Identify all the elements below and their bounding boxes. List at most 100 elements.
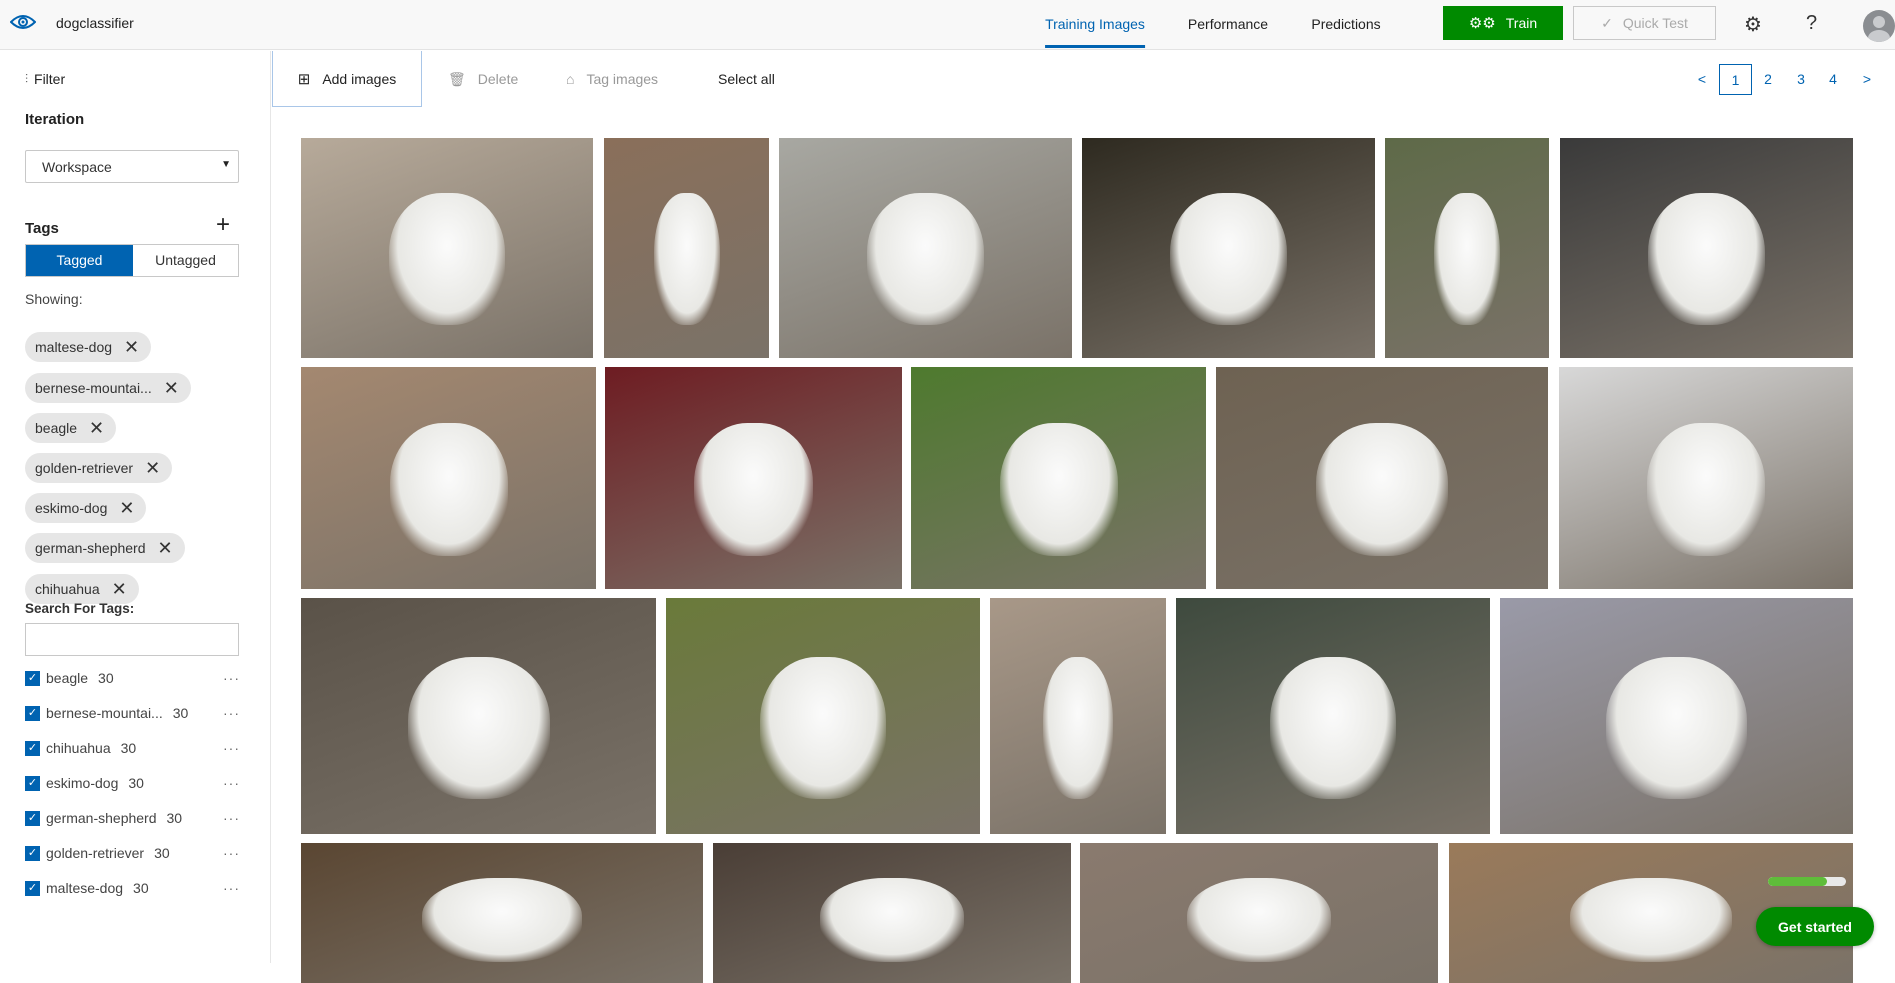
dog-image[interactable] [990,598,1166,834]
tag-images-button[interactable]: ⌂ Tag images [566,51,658,107]
dog-image[interactable] [1385,138,1549,358]
search-tags-label: Search For Tags: [25,601,135,616]
search-tags-input[interactable] [25,623,239,656]
help-icon[interactable]: ? [1806,12,1817,35]
tag-list-item: ✓ chihuahua 30 ··· [25,738,240,758]
quick-test-button[interactable]: ✓ Quick Test [1573,6,1716,40]
more-options-icon[interactable]: ··· [223,810,240,826]
tag-chip: eskimo-dog ✕ [25,493,147,523]
tag-name: maltese-dog [46,880,124,896]
iteration-heading: Iteration [25,111,85,128]
page-3-button[interactable]: 3 [1791,64,1811,95]
prev-page-button[interactable]: < [1692,64,1712,95]
train-button[interactable]: ⚙⚙ Train [1443,6,1563,40]
dog-image[interactable] [779,138,1072,358]
dog-image[interactable] [911,367,1206,589]
page-1-button[interactable]: 1 [1719,64,1752,95]
tag-chip: bernese-mountai... ✕ [25,373,191,403]
get-started-button[interactable]: Get started [1756,907,1874,946]
dog-image[interactable] [1500,598,1853,834]
remove-tag-close-icon[interactable]: ✕ [119,499,134,517]
dog-image[interactable] [1080,843,1438,983]
tag-checkbox[interactable]: ✓ [25,845,40,861]
tag-count: 30 [166,810,183,826]
sidebar: ⫶ Filter Iteration Workspace ▼ Tags + Ta… [0,51,271,963]
sliders-icon: ⫶ [25,71,29,86]
tag-chip-label: eskimo-dog [35,500,108,516]
app-name[interactable]: dogclassifier [56,15,134,31]
add-images-label: Add images [322,70,397,87]
tagged-option[interactable]: Tagged [26,245,133,276]
more-options-icon[interactable]: ··· [223,740,240,756]
page-2-button[interactable]: 2 [1758,64,1778,95]
tag-chip: beagle ✕ [25,413,117,443]
more-options-icon[interactable]: ··· [223,705,240,721]
checkmark-icon: ✓ [1601,14,1613,31]
tag-checkbox[interactable]: ✓ [25,880,40,896]
tagged-toggle: Tagged Untagged [25,244,239,277]
tag-chip: golden-retriever ✕ [25,453,173,483]
add-tag-plus-icon[interactable]: + [216,211,230,239]
tab-predictions[interactable]: Predictions [1311,0,1380,50]
train-label: Train [1505,15,1538,31]
dog-image[interactable] [666,598,980,834]
dog-image[interactable] [301,367,596,589]
untagged-option[interactable]: Untagged [133,245,238,276]
tab-training-images[interactable]: Training Images [1045,0,1145,50]
iteration-value: Workspace [42,159,112,175]
dog-image[interactable] [713,843,1071,983]
tag-chip-label: bernese-mountai... [35,380,152,396]
add-images-button[interactable]: ⊞ Add images [272,51,422,107]
tag-chip-label: golden-retriever [35,460,134,476]
more-options-icon[interactable]: ··· [223,880,240,896]
tags-heading: Tags [25,220,59,237]
tag-list-item: ✓ golden-retriever 30 ··· [25,843,240,863]
more-options-icon[interactable]: ··· [223,670,240,686]
remove-tag-close-icon[interactable]: ✕ [124,338,139,356]
remove-tag-close-icon[interactable]: ✕ [112,580,127,598]
caret-down-icon: ▼ [221,159,231,170]
tag-list-item: ✓ eskimo-dog 30 ··· [25,773,240,793]
more-options-icon[interactable]: ··· [223,775,240,791]
add-image-icon: ⊞ [297,70,311,88]
avatar[interactable] [1863,10,1895,42]
tag-list-item: ✓ maltese-dog 30 ··· [25,878,240,898]
dog-image[interactable] [1082,138,1375,358]
tag-list-item: ✓ bernese-mountai... 30 ··· [25,703,240,723]
select-all-button[interactable]: Select all [718,51,775,107]
tag-checkbox[interactable]: ✓ [25,740,40,756]
top-bar: dogclassifier Training Images Performanc… [0,0,1895,50]
dog-image[interactable] [1216,367,1548,589]
tab-performance[interactable]: Performance [1188,0,1268,50]
dog-image[interactable] [1176,598,1490,834]
dog-image[interactable] [301,843,703,983]
dog-image[interactable] [605,367,902,589]
tag-checkbox[interactable]: ✓ [25,810,40,826]
filter-button[interactable]: ⫶ Filter [25,71,65,87]
more-options-icon[interactable]: ··· [223,845,240,861]
eye-logo-icon [9,13,37,31]
tag-name: eskimo-dog [46,775,119,791]
tag-chip: maltese-dog ✕ [25,332,152,362]
quick-test-label: Quick Test [1622,15,1688,31]
tag-checkbox[interactable]: ✓ [25,705,40,721]
delete-button[interactable]: 🗑 Delete [448,51,518,107]
remove-tag-close-icon[interactable]: ✕ [145,459,160,477]
dog-image[interactable] [604,138,769,358]
dog-image[interactable] [1559,367,1853,589]
tag-name: golden-retriever [46,845,145,861]
delete-label: Delete [477,71,519,87]
dog-image[interactable] [1560,138,1853,358]
settings-gear-icon[interactable]: ⚙ [1744,12,1762,37]
tag-count: 30 [120,740,137,756]
tag-checkbox[interactable]: ✓ [25,670,40,686]
dog-image[interactable] [301,598,656,834]
remove-tag-close-icon[interactable]: ✕ [89,419,104,437]
tag-checkbox[interactable]: ✓ [25,775,40,791]
next-page-button[interactable]: > [1857,64,1877,95]
remove-tag-close-icon[interactable]: ✕ [158,539,173,557]
remove-tag-close-icon[interactable]: ✕ [164,379,179,397]
page-4-button[interactable]: 4 [1823,64,1843,95]
dog-image[interactable] [301,138,593,358]
iteration-dropdown[interactable]: Workspace ▼ [25,150,239,183]
